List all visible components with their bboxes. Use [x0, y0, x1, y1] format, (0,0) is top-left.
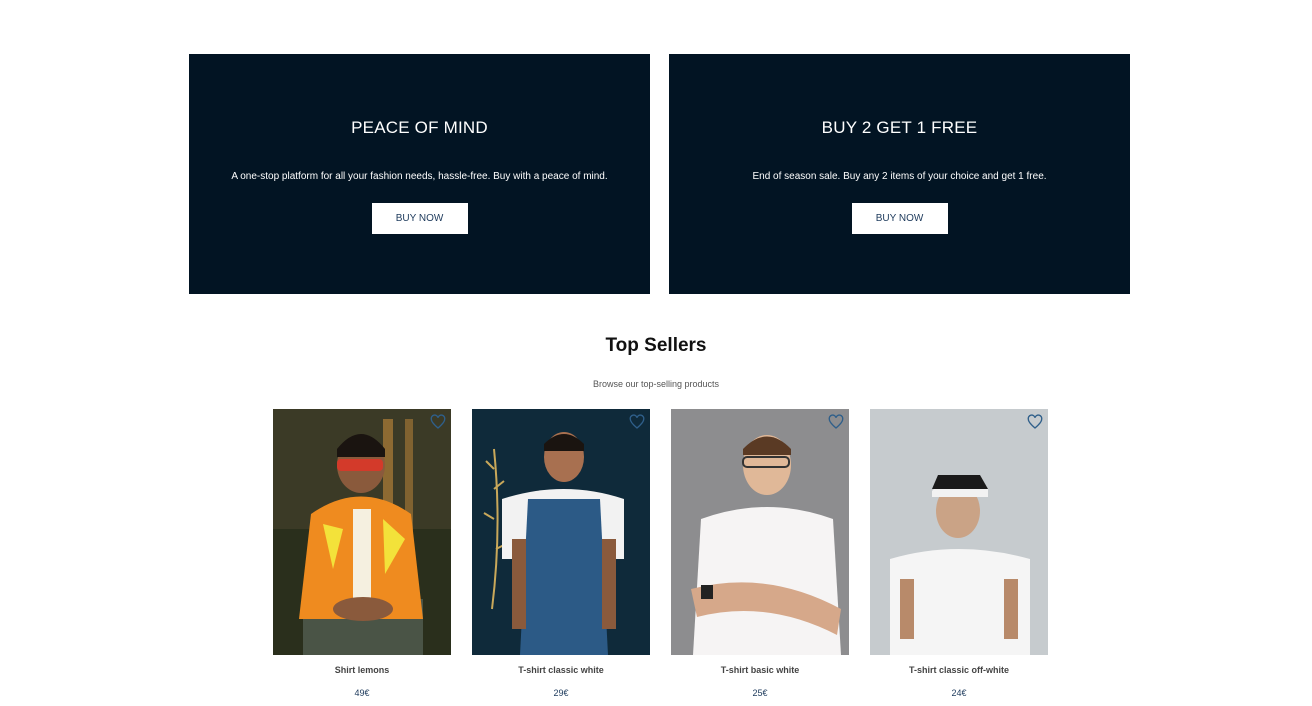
- heart-icon[interactable]: [1027, 414, 1043, 430]
- product-price: 49€: [354, 688, 370, 698]
- promo-title: BUY 2 GET 1 FREE: [821, 118, 978, 137]
- heart-icon[interactable]: [828, 414, 844, 430]
- product-image[interactable]: [472, 409, 650, 655]
- heart-icon[interactable]: [629, 414, 645, 430]
- product-card[interactable]: T-shirt basic white 25€: [671, 409, 849, 698]
- product-price: 29€: [553, 688, 569, 698]
- product-price: 25€: [752, 688, 768, 698]
- heart-icon[interactable]: [430, 414, 446, 430]
- promo-text: End of season sale. Buy any 2 items of y…: [752, 171, 1047, 182]
- product-image[interactable]: [870, 409, 1048, 655]
- product-card[interactable]: T-shirt classic white 29€: [472, 409, 650, 698]
- product-price: 24€: [951, 688, 967, 698]
- product-name[interactable]: Shirt lemons: [273, 665, 451, 675]
- promo-title: PEACE OF MIND: [351, 118, 488, 137]
- buy-now-button[interactable]: BUY NOW: [851, 203, 948, 234]
- product-name[interactable]: T-shirt basic white: [671, 665, 849, 675]
- promo-banner-buy-2-get-1: BUY 2 GET 1 FREE End of season sale. Buy…: [669, 54, 1130, 294]
- product-name[interactable]: T-shirt classic white: [472, 665, 650, 675]
- product-image[interactable]: [671, 409, 849, 655]
- product-name[interactable]: T-shirt classic off-white: [870, 665, 1048, 675]
- top-sellers-title: Top Sellers: [605, 335, 707, 356]
- product-card[interactable]: T-shirt classic off-white 24€: [870, 409, 1048, 698]
- promo-banner-peace-of-mind: PEACE OF MIND A one-stop platform for al…: [189, 54, 650, 294]
- product-card[interactable]: Shirt lemons 49€: [273, 409, 451, 698]
- top-sellers-subtitle: Browse our top-selling products: [592, 379, 720, 389]
- product-image[interactable]: [273, 409, 451, 655]
- promo-text: A one-stop platform for all your fashion…: [231, 171, 608, 182]
- buy-now-button[interactable]: BUY NOW: [371, 203, 468, 234]
